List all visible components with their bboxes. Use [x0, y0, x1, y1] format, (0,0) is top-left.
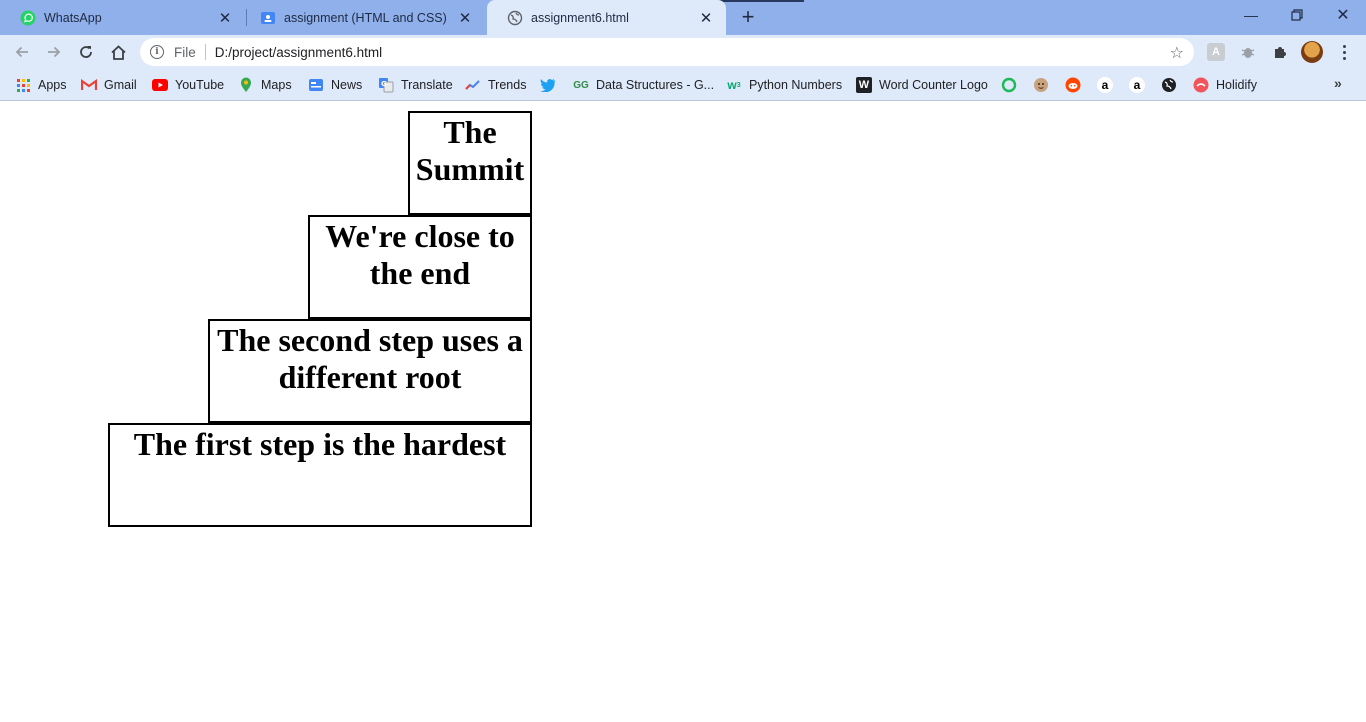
url-text[interactable]: D:/project/assignment6.html [215, 45, 382, 60]
close-tab-icon[interactable]: ✕ [457, 10, 473, 27]
translate-icon: G [378, 77, 394, 93]
bookmark-label: Maps [261, 78, 292, 92]
bug-extension-icon[interactable] [1239, 43, 1257, 61]
bookmark-label: YouTube [175, 78, 225, 92]
site-info-icon[interactable]: i [150, 45, 164, 59]
step-first: The first step is the hardest [108, 423, 532, 527]
trends-icon [465, 77, 481, 93]
bookmark-youtube[interactable]: YouTube [152, 75, 224, 95]
bookmark-news[interactable]: News [308, 75, 362, 95]
bookmark-label: Gmail [104, 78, 137, 92]
tab-strip: WhatsApp ✕ assignment (HTML and CSS) ✕ a… [0, 0, 1366, 35]
tab-assignment6[interactable]: assignment6.html ✕ [487, 0, 726, 35]
bookmark-apps[interactable]: Apps [15, 75, 67, 95]
bookmark-python-numbers[interactable]: w3 Python Numbers [726, 75, 842, 95]
w3schools-icon: w3 [727, 78, 741, 92]
twitter-icon [540, 77, 556, 93]
bookmark-gmail[interactable]: Gmail [81, 75, 137, 95]
more-bookmarks-chevron-icon[interactable]: » [1334, 75, 1342, 91]
bookmark-label: Translate [401, 78, 453, 92]
close-tab-icon[interactable]: ✕ [217, 10, 233, 27]
bookmark-label: Word Counter Logo [879, 78, 988, 92]
bookmark-label: Data Structures - G... [596, 78, 715, 92]
bookmark-star-icon[interactable]: ☆ [1170, 43, 1184, 63]
wordcounter-icon: W [856, 77, 872, 93]
green-ring-icon [1001, 77, 1017, 93]
bookmark-label: Apps [38, 78, 67, 92]
step-close-to-end: We're close to the end [308, 215, 532, 319]
extensions-puzzle-icon[interactable] [1271, 43, 1289, 61]
step-second: The second step uses a different root [208, 319, 532, 423]
bookmark-translate[interactable]: G Translate [378, 75, 453, 95]
address-bar[interactable]: i File D:/project/assignment6.html ☆ [140, 38, 1194, 66]
youtube-icon [152, 77, 168, 93]
bookmark-amazon-2[interactable]: a [1129, 75, 1145, 95]
bookmark-label: News [331, 78, 363, 92]
bookmark-face[interactable] [1033, 75, 1049, 95]
minimize-icon[interactable]: — [1228, 0, 1274, 30]
bookmark-amazon-1[interactable]: a [1097, 75, 1113, 95]
reload-icon[interactable] [72, 38, 100, 66]
forward-icon[interactable] [40, 38, 68, 66]
profile-avatar[interactable] [1301, 41, 1323, 63]
home-icon[interactable] [104, 38, 132, 66]
page-viewport: The Summit We're close to the end The se… [0, 102, 1366, 722]
tab-title: WhatsApp [44, 10, 102, 25]
omnibox-divider [204, 44, 206, 60]
classroom-icon [260, 10, 276, 26]
bookmark-data-structures[interactable]: GG Data Structures - G... [573, 75, 714, 95]
navigation-toolbar: i File D:/project/assignment6.html ☆ A [0, 35, 1366, 69]
maps-pin-icon [238, 77, 254, 93]
tab-whatsapp[interactable]: WhatsApp ✕ [0, 0, 245, 35]
bookmark-holidify[interactable]: Holidify [1193, 75, 1257, 95]
whatsapp-icon [20, 10, 36, 26]
tab-assignment[interactable]: assignment (HTML and CSS) ✕ [240, 0, 485, 35]
tab-title: assignment6.html [531, 10, 629, 25]
menu-kebab-icon[interactable] [1336, 41, 1352, 63]
amazon-icon: a [1097, 77, 1113, 93]
geeksforgeeks-icon: GG [573, 79, 589, 91]
new-tab-button[interactable]: + [736, 4, 760, 29]
svg-text:G: G [381, 80, 387, 88]
extension-icon[interactable]: A [1207, 43, 1225, 61]
step-summit: The Summit [408, 111, 532, 215]
holidify-icon [1193, 77, 1209, 93]
gmail-icon [81, 77, 97, 93]
tab-title: assignment (HTML and CSS) [284, 10, 447, 25]
bookmark-reddit[interactable] [1065, 75, 1081, 95]
bookmark-maps[interactable]: Maps [238, 75, 292, 95]
globe-icon [507, 10, 523, 26]
bookmark-label: Trends [488, 78, 527, 92]
apps-grid-icon [15, 77, 31, 93]
bookmark-label: Holidify [1216, 78, 1257, 92]
face-icon [1033, 77, 1049, 93]
bookmark-label: Python Numbers [749, 78, 843, 92]
bookmark-green-ring[interactable] [1001, 75, 1017, 95]
url-scheme-label: File [174, 44, 196, 60]
close-window-icon[interactable]: ✕ [1320, 0, 1366, 30]
amazon-icon: a [1129, 77, 1145, 93]
close-tab-icon[interactable]: ✕ [698, 10, 714, 27]
bookmarks-bar: Apps Gmail YouTube Maps News G Translate [0, 69, 1366, 101]
globe-icon [1161, 77, 1177, 93]
news-icon [308, 77, 324, 93]
restore-icon[interactable] [1274, 0, 1320, 30]
bookmark-twitter[interactable] [540, 75, 556, 95]
back-icon[interactable] [8, 38, 36, 66]
bookmark-globe[interactable] [1161, 75, 1177, 95]
bookmark-word-counter[interactable]: W Word Counter Logo [856, 75, 988, 95]
reddit-icon [1065, 77, 1081, 93]
bookmark-trends[interactable]: Trends [465, 75, 526, 95]
